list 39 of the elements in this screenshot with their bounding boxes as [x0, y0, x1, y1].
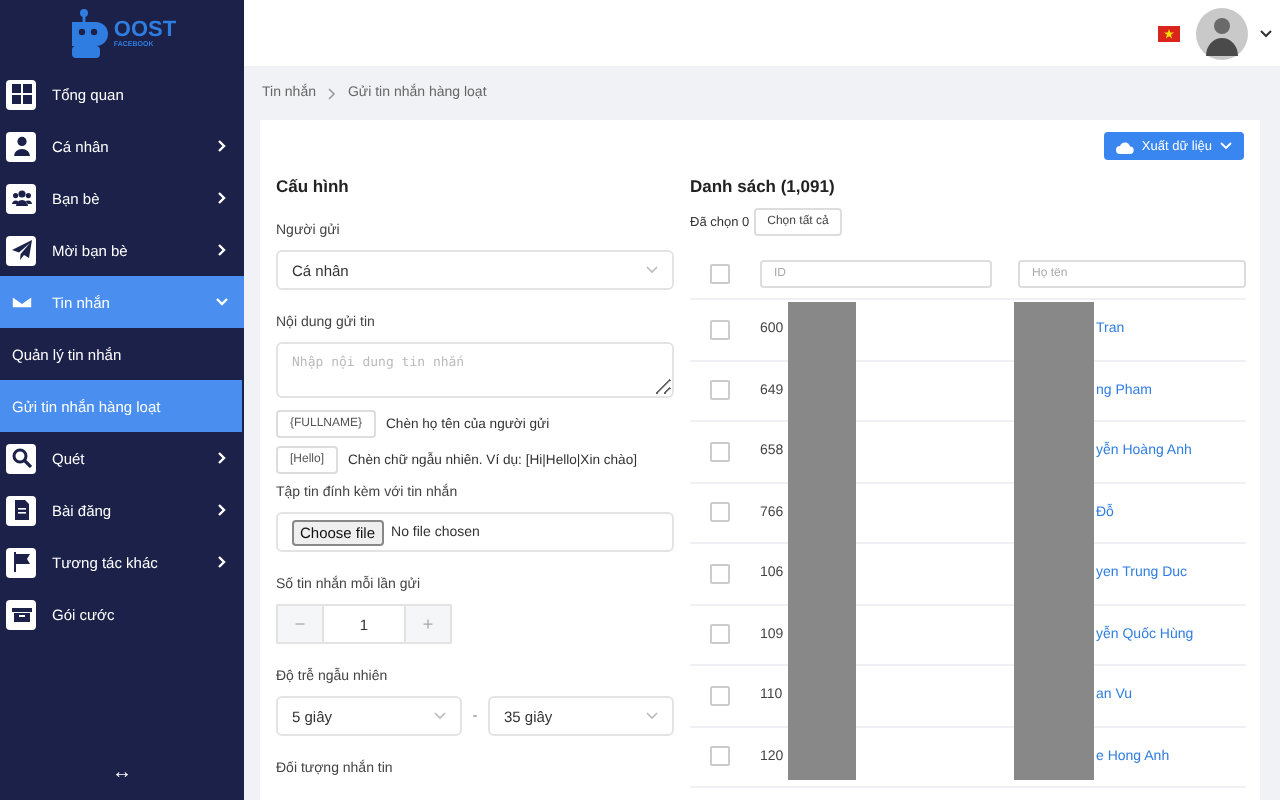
checkbox[interactable]	[710, 319, 730, 340]
chevron-down-icon	[216, 296, 228, 308]
chevron-right-icon	[216, 140, 228, 152]
chevron-down-icon	[434, 712, 446, 720]
section-title: Danh sách (1,091)	[690, 176, 837, 196]
checkbox[interactable]	[710, 380, 730, 401]
checkbox[interactable]	[710, 441, 730, 462]
cloud-icon	[1115, 139, 1134, 153]
checkbox[interactable]	[710, 502, 730, 523]
search-icon	[11, 448, 31, 468]
logo-name: OOST	[113, 19, 177, 42]
chevron-right-icon	[216, 244, 228, 256]
doc-icon	[11, 500, 31, 520]
chevron-right-icon	[216, 452, 228, 464]
chevron-down-icon	[646, 712, 658, 720]
mail-icon	[11, 292, 31, 312]
checkbox[interactable]	[710, 746, 730, 767]
chevron-right-icon	[216, 504, 228, 516]
plane-icon	[11, 240, 31, 260]
collapse-toggle[interactable]: ↔	[112, 762, 132, 784]
box-icon	[11, 604, 31, 624]
flag-icon[interactable]	[1158, 25, 1180, 41]
group-icon	[11, 188, 31, 208]
section-title: Cấu hình	[276, 176, 351, 196]
checkbox[interactable]	[710, 563, 730, 584]
chevron-right-icon	[216, 192, 228, 204]
grid-icon	[11, 84, 31, 104]
caret-icon	[1220, 142, 1232, 150]
checkbox[interactable]	[710, 263, 730, 283]
robot-icon	[67, 8, 112, 60]
flag-icon	[11, 552, 31, 572]
checkbox[interactable]	[710, 685, 730, 706]
caret-icon[interactable]	[1260, 29, 1272, 37]
chevron-right-icon	[216, 556, 228, 568]
chevron-down-icon	[646, 266, 658, 274]
avatar[interactable]	[1196, 7, 1248, 59]
breadcrumb-separator-icon	[327, 87, 336, 99]
checkbox[interactable]	[710, 624, 730, 645]
person-icon	[11, 136, 31, 156]
